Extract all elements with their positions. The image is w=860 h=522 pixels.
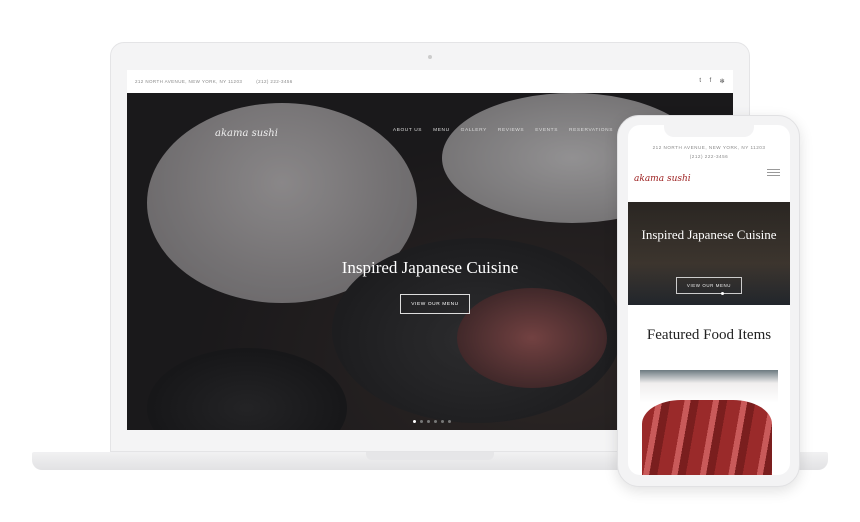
food-image-tuna	[642, 400, 772, 475]
mobile-phone-number[interactable]: (212) 222-3456	[628, 152, 790, 161]
laptop-notch	[366, 452, 494, 460]
nav-menu[interactable]: MENU	[433, 128, 450, 133]
top-bar: 212 NORTH AVENUE, NEW YORK, NY 11203 (21…	[127, 70, 733, 93]
mobile-hero: Inspired Japanese Cuisine VIEW OUR MENU	[628, 202, 790, 305]
featured-heading: Featured Food Items	[646, 327, 772, 343]
twitter-icon[interactable]: t	[699, 78, 701, 85]
address: 212 NORTH AVENUE, NEW YORK, NY 11203	[135, 79, 243, 84]
slider-dot[interactable]	[441, 420, 444, 423]
logo[interactable]: akama sushi	[215, 128, 278, 139]
view-menu-button[interactable]: VIEW OUR MENU	[400, 294, 470, 314]
slider-dot[interactable]	[413, 420, 416, 423]
phone-notch	[664, 125, 754, 137]
nav-events[interactable]: EVENTS	[535, 128, 558, 133]
main-nav: ABOUT US MENU GALLERY REVIEWS EVENTS RES…	[393, 128, 613, 133]
phone-number[interactable]: (212) 222-3456	[256, 79, 292, 84]
yelp-icon[interactable]: ✻	[720, 78, 725, 85]
mobile-address: 212 NORTH AVENUE, NEW YORK, NY 11203	[652, 145, 766, 150]
slider-dots	[413, 420, 451, 423]
slider-dot[interactable]	[420, 420, 423, 423]
slider-dot[interactable]	[434, 420, 437, 423]
nav-gallery[interactable]: GALLERY	[461, 128, 487, 133]
nav-about-us[interactable]: ABOUT US	[393, 128, 422, 133]
facebook-icon[interactable]: f	[709, 78, 711, 85]
mobile-website: 212 NORTH AVENUE, NEW YORK, NY 11203 (21…	[628, 125, 790, 475]
social-links: t f ✻	[699, 78, 725, 85]
laptop-camera	[428, 55, 432, 59]
slider-dot[interactable]	[721, 292, 724, 295]
nav-reviews[interactable]: REVIEWS	[498, 128, 524, 133]
slider-dot[interactable]	[448, 420, 451, 423]
hamburger-menu-icon[interactable]	[767, 169, 780, 176]
mobile-hero-title: Inspired Japanese Cuisine	[641, 227, 777, 242]
nav-reservations[interactable]: RESERVATIONS	[569, 128, 613, 133]
mobile-contact: 212 NORTH AVENUE, NEW YORK, NY 11203 (21…	[628, 143, 790, 161]
mobile-view-menu-button[interactable]: VIEW OUR MENU	[676, 277, 742, 294]
slider-dot[interactable]	[427, 420, 430, 423]
featured-food-image[interactable]	[640, 370, 778, 475]
mobile-logo[interactable]: akama sushi	[634, 174, 691, 184]
